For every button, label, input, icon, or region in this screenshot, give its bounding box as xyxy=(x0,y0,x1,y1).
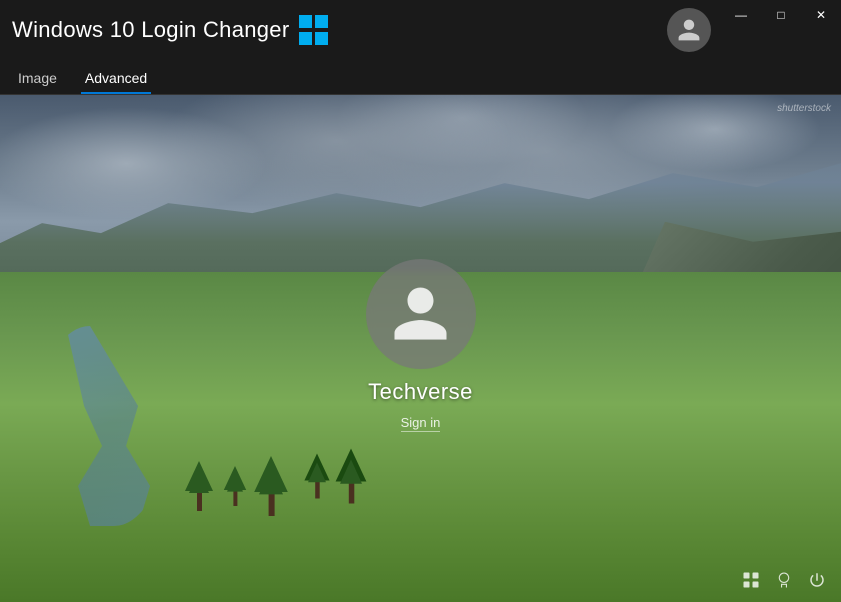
windows-logo-icon xyxy=(299,15,329,45)
tree xyxy=(185,461,213,511)
maximize-button[interactable]: □ xyxy=(761,0,801,30)
login-user-icon xyxy=(388,281,453,346)
trees-group-2 xyxy=(303,451,365,501)
preview-container: shutterstock Techverse Sign in xyxy=(0,95,841,602)
tree xyxy=(335,448,366,503)
tree xyxy=(224,466,246,506)
window-controls: — □ ✕ xyxy=(721,0,841,30)
login-username: Techverse xyxy=(368,379,473,405)
login-signin-link[interactable]: Sign in xyxy=(401,415,441,432)
close-button[interactable]: ✕ xyxy=(801,0,841,30)
watermark: shutterstock xyxy=(777,103,831,114)
app-title: Windows 10 Login Changer xyxy=(12,17,289,43)
login-avatar xyxy=(366,259,476,369)
network-icon[interactable] xyxy=(742,571,760,594)
menu-bar: Image Advanced xyxy=(0,60,841,95)
minimize-button[interactable]: — xyxy=(721,0,761,30)
user-icon xyxy=(676,17,702,43)
user-avatar-button[interactable] xyxy=(667,8,711,52)
accessibility-icon[interactable] xyxy=(775,571,793,594)
status-icons xyxy=(742,571,826,594)
tree xyxy=(304,453,329,498)
power-icon[interactable] xyxy=(808,571,826,594)
title-left: Windows 10 Login Changer xyxy=(12,15,329,45)
title-bar: Windows 10 Login Changer — □ ✕ xyxy=(0,0,841,60)
login-overlay: Techverse Sign in xyxy=(366,259,476,432)
menu-item-advanced[interactable]: Advanced xyxy=(81,64,151,94)
trees-group xyxy=(185,461,285,511)
menu-item-image[interactable]: Image xyxy=(14,64,61,94)
tree xyxy=(254,456,288,516)
